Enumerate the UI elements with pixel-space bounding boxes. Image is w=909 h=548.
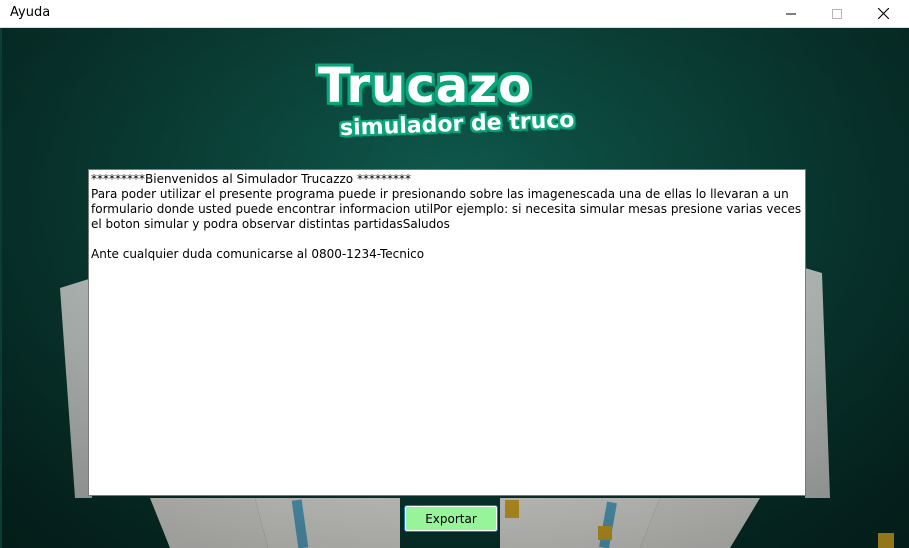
help-line-instructions: Para poder utilizar el presente programa… (91, 187, 805, 231)
maximize-icon (832, 8, 842, 19)
minimize-icon (786, 13, 796, 14)
help-textbox[interactable]: *********Bienvenidos al Simulador Trucaz… (88, 169, 806, 496)
minimize-button[interactable] (768, 0, 814, 27)
window-border (0, 28, 2, 548)
help-window: Ayuda Trucazo simulador de truco *******… (0, 0, 909, 548)
help-line-welcome: *********Bienvenidos al Simulador Trucaz… (91, 172, 411, 186)
close-icon (877, 8, 889, 19)
help-line-contact: Ante cualquier duda comunicarse al 0800-… (91, 247, 425, 261)
logo-title: Trucazo (318, 58, 533, 114)
trucazo-logo: Trucazo simulador de truco (300, 58, 600, 143)
window-title: Ayuda (10, 5, 51, 20)
client-area: Trucazo simulador de truco *********Bien… (0, 28, 909, 548)
help-line-blank (91, 232, 803, 247)
title-bar: Ayuda (0, 0, 909, 28)
close-button[interactable] (860, 0, 906, 27)
maximize-button[interactable] (814, 0, 860, 27)
export-button[interactable]: Exportar (404, 505, 498, 532)
